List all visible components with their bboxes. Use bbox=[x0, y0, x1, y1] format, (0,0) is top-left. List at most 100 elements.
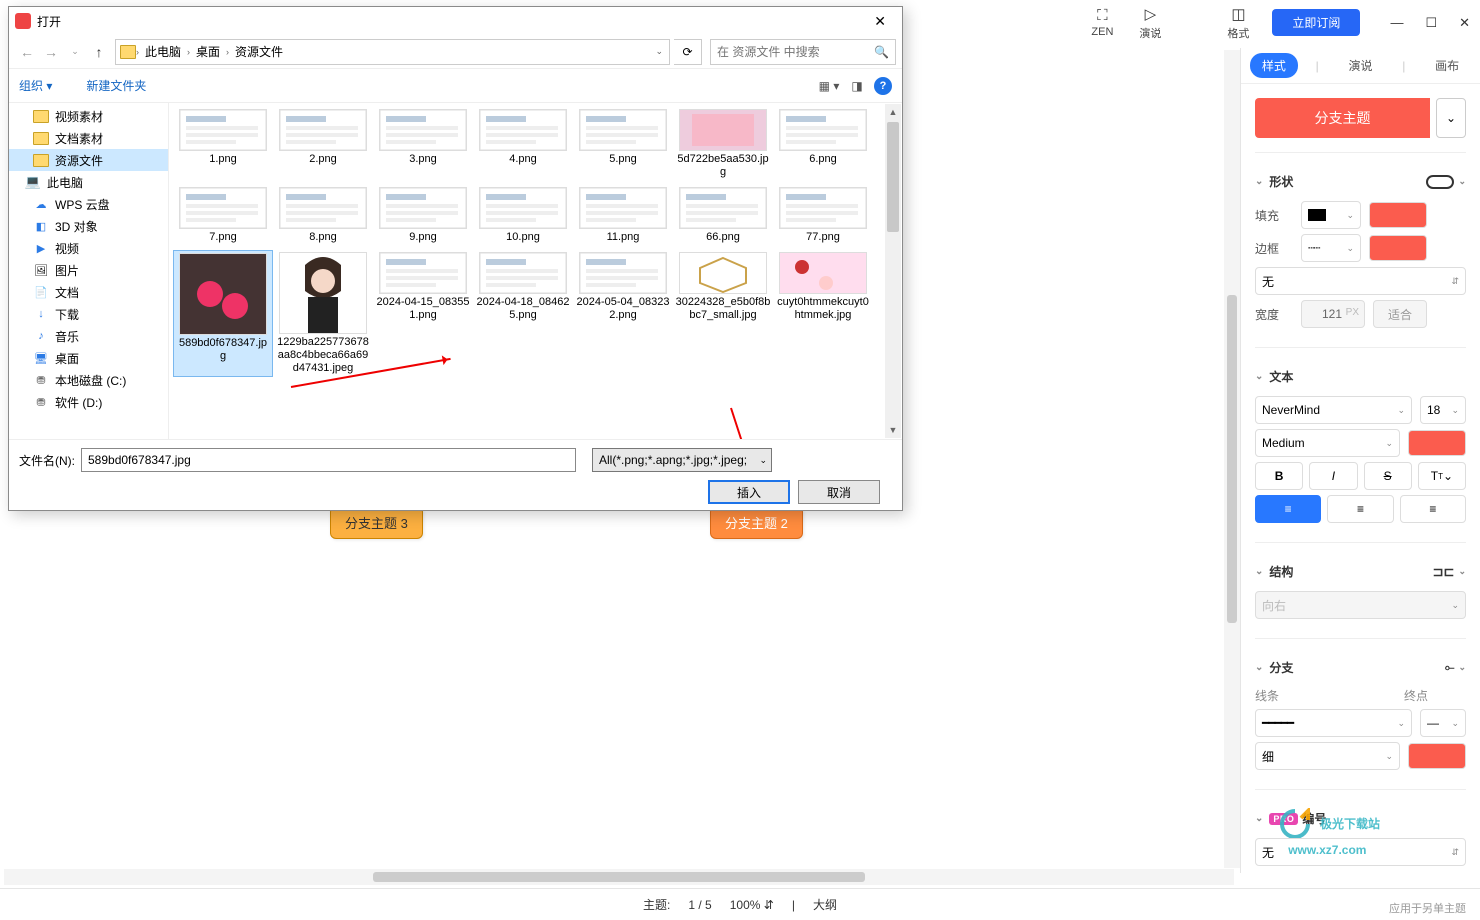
file-list[interactable]: 1.png2.png3.png4.png5.png5d722be5aa530.j… bbox=[169, 103, 902, 439]
file-item[interactable]: 11.png bbox=[573, 185, 673, 246]
subscribe-button[interactable]: 立即订阅 bbox=[1272, 9, 1360, 36]
nav-back-icon[interactable]: ← bbox=[15, 40, 39, 64]
zen-button[interactable]: ⛶ZEN bbox=[1078, 3, 1126, 43]
tree-item[interactable]: 资源文件 bbox=[9, 149, 168, 171]
breadcrumb[interactable]: 桌面 bbox=[190, 43, 226, 60]
tab-present[interactable]: 演说 bbox=[1336, 53, 1384, 78]
text-more-button[interactable]: TT ⌄ bbox=[1418, 462, 1466, 490]
fill-swatch[interactable] bbox=[1369, 202, 1427, 228]
tree-item[interactable]: 音乐 bbox=[9, 325, 168, 347]
border-width-select[interactable]: 无⇵ bbox=[1255, 267, 1466, 295]
text-color-swatch[interactable] bbox=[1408, 430, 1466, 456]
fit-button[interactable]: 适合 bbox=[1373, 300, 1427, 328]
maximize-icon[interactable]: ☐ bbox=[1425, 15, 1437, 31]
file-item[interactable]: 8.png bbox=[273, 185, 373, 246]
fill-color-select[interactable]: ⌄ bbox=[1301, 201, 1361, 229]
struct-dir-select[interactable]: 向右⌄ bbox=[1255, 591, 1466, 619]
tree-item[interactable]: 图片 bbox=[9, 259, 168, 281]
breadcrumb[interactable]: 资源文件 bbox=[229, 43, 289, 60]
file-item[interactable]: 4.png bbox=[473, 107, 573, 181]
breadcrumb[interactable]: 此电脑 bbox=[139, 43, 187, 60]
tree-item[interactable]: 3D 对象 bbox=[9, 215, 168, 237]
tab-style[interactable]: 样式 bbox=[1250, 53, 1298, 78]
font-select[interactable]: NeverMind⌄ bbox=[1255, 396, 1412, 424]
canvas-scroll-v[interactable] bbox=[1224, 50, 1240, 868]
branch-shape-icon[interactable]: ⟜ bbox=[1445, 660, 1455, 675]
cancel-button[interactable]: 取消 bbox=[798, 480, 880, 504]
font-size-select[interactable]: 18⌄ bbox=[1420, 396, 1466, 424]
file-item[interactable]: 1.png bbox=[173, 107, 273, 181]
tree-item[interactable]: 文档 bbox=[9, 281, 168, 303]
nav-history-icon[interactable]: ⌄ bbox=[63, 40, 87, 64]
file-item[interactable]: cuyt0htmmekcuyt0htmmek.jpg bbox=[773, 250, 873, 377]
align-center-button[interactable]: ≡ bbox=[1327, 495, 1393, 523]
file-item[interactable]: 5.png bbox=[573, 107, 673, 181]
file-item[interactable]: 3.png bbox=[373, 107, 473, 181]
tree-item[interactable]: 文档素材 bbox=[9, 127, 168, 149]
file-item[interactable]: 77.png bbox=[773, 185, 873, 246]
nav-up-icon[interactable]: ↑ bbox=[87, 40, 111, 64]
shape-pill-icon[interactable] bbox=[1426, 175, 1454, 189]
file-item[interactable]: 30224328_e5b0f8bbc7_small.jpg bbox=[673, 250, 773, 377]
file-item[interactable]: 9.png bbox=[373, 185, 473, 246]
align-right-button[interactable]: ≡ bbox=[1400, 495, 1466, 523]
address-bar[interactable]: › 此电脑› 桌面› 资源文件 ⌄ bbox=[115, 39, 670, 65]
file-item[interactable]: 2024-04-15_083551.png bbox=[373, 250, 473, 377]
strike-button[interactable]: S bbox=[1364, 462, 1412, 490]
file-item[interactable]: 5d722be5aa530.jpg bbox=[673, 107, 773, 181]
structure-icon[interactable]: ⊐⊏ bbox=[1433, 564, 1455, 580]
file-item[interactable]: 10.png bbox=[473, 185, 573, 246]
tree-item[interactable]: 下载 bbox=[9, 303, 168, 325]
view-mode-icon[interactable]: ▦ ▾ bbox=[818, 75, 840, 97]
section-text[interactable]: 文本 bbox=[1269, 368, 1293, 385]
minimize-icon[interactable]: — bbox=[1390, 15, 1403, 31]
file-scrollbar[interactable]: ▲▼ bbox=[885, 104, 901, 438]
line-color-swatch[interactable] bbox=[1408, 743, 1466, 769]
border-style-select[interactable]: ┄┄⌄ bbox=[1301, 234, 1361, 262]
filename-input[interactable] bbox=[81, 448, 576, 472]
section-structure[interactable]: 结构 bbox=[1269, 563, 1293, 580]
section-shape[interactable]: 形状 bbox=[1269, 173, 1293, 190]
folder-tree[interactable]: 视频素材文档素材资源文件此电脑WPS 云盘3D 对象视频图片文档下载音乐桌面本地… bbox=[9, 103, 169, 439]
align-left-button[interactable]: ≡ bbox=[1255, 495, 1321, 523]
line-weight-select[interactable]: 细⌄ bbox=[1255, 742, 1400, 770]
section-branch[interactable]: 分支 bbox=[1269, 659, 1293, 676]
refresh-icon[interactable]: ⟳ bbox=[674, 39, 702, 65]
line-end-select[interactable]: —⌄ bbox=[1420, 709, 1466, 737]
file-item[interactable]: 2024-05-04_083232.png bbox=[573, 250, 673, 377]
insert-button[interactable]: 插入 bbox=[708, 480, 790, 504]
tree-item[interactable]: 视频 bbox=[9, 237, 168, 259]
search-icon[interactable]: 🔍 bbox=[874, 45, 889, 59]
file-item[interactable]: 2024-04-18_084625.png bbox=[473, 250, 573, 377]
zoom-value[interactable]: 100% ⇵ bbox=[730, 898, 774, 912]
file-item[interactable]: 66.png bbox=[673, 185, 773, 246]
italic-button[interactable]: I bbox=[1309, 462, 1357, 490]
tree-item[interactable]: 视频素材 bbox=[9, 105, 168, 127]
bold-button[interactable]: B bbox=[1255, 462, 1303, 490]
new-folder-button[interactable]: 新建文件夹 bbox=[86, 77, 146, 94]
line-style-select[interactable]: ━━━━━⌄ bbox=[1255, 709, 1412, 737]
chevron-down-icon[interactable]: ⌄ bbox=[1436, 98, 1466, 138]
tree-item[interactable]: WPS 云盘 bbox=[9, 193, 168, 215]
organize-menu[interactable]: 组织 ▾ bbox=[19, 77, 52, 94]
outline-button[interactable]: 大纲 bbox=[813, 896, 837, 913]
close-icon[interactable]: ✕ bbox=[1459, 15, 1470, 31]
file-item[interactable]: 6.png bbox=[773, 107, 873, 181]
tab-canvas[interactable]: 画布 bbox=[1423, 53, 1471, 78]
present-button[interactable]: ▷演说 bbox=[1126, 3, 1174, 43]
canvas-scroll-h[interactable] bbox=[4, 869, 1234, 885]
help-icon[interactable]: ? bbox=[874, 77, 892, 95]
file-item[interactable]: 589bd0f678347.jpg bbox=[173, 250, 273, 377]
format-button[interactable]: ◫格式 bbox=[1214, 3, 1262, 43]
font-weight-select[interactable]: Medium⌄ bbox=[1255, 429, 1400, 457]
border-swatch[interactable] bbox=[1369, 235, 1427, 261]
file-item[interactable]: 2.png bbox=[273, 107, 373, 181]
tree-item[interactable]: 软件 (D:) bbox=[9, 391, 168, 413]
filetype-select[interactable]: All(*.png;*.apng;*.jpg;*.jpeg;⌄ bbox=[592, 448, 772, 472]
tree-item[interactable]: 桌面 bbox=[9, 347, 168, 369]
branch-topic-button[interactable]: 分支主题 ⌄ bbox=[1255, 98, 1466, 138]
preview-pane-icon[interactable]: ◨ bbox=[846, 75, 868, 97]
tree-item[interactable]: 此电脑 bbox=[9, 171, 168, 193]
search-input[interactable]: 🔍 bbox=[710, 39, 896, 65]
file-item[interactable]: 1229ba225773678aa8c4bbeca66a69d47431.jpe… bbox=[273, 250, 373, 377]
